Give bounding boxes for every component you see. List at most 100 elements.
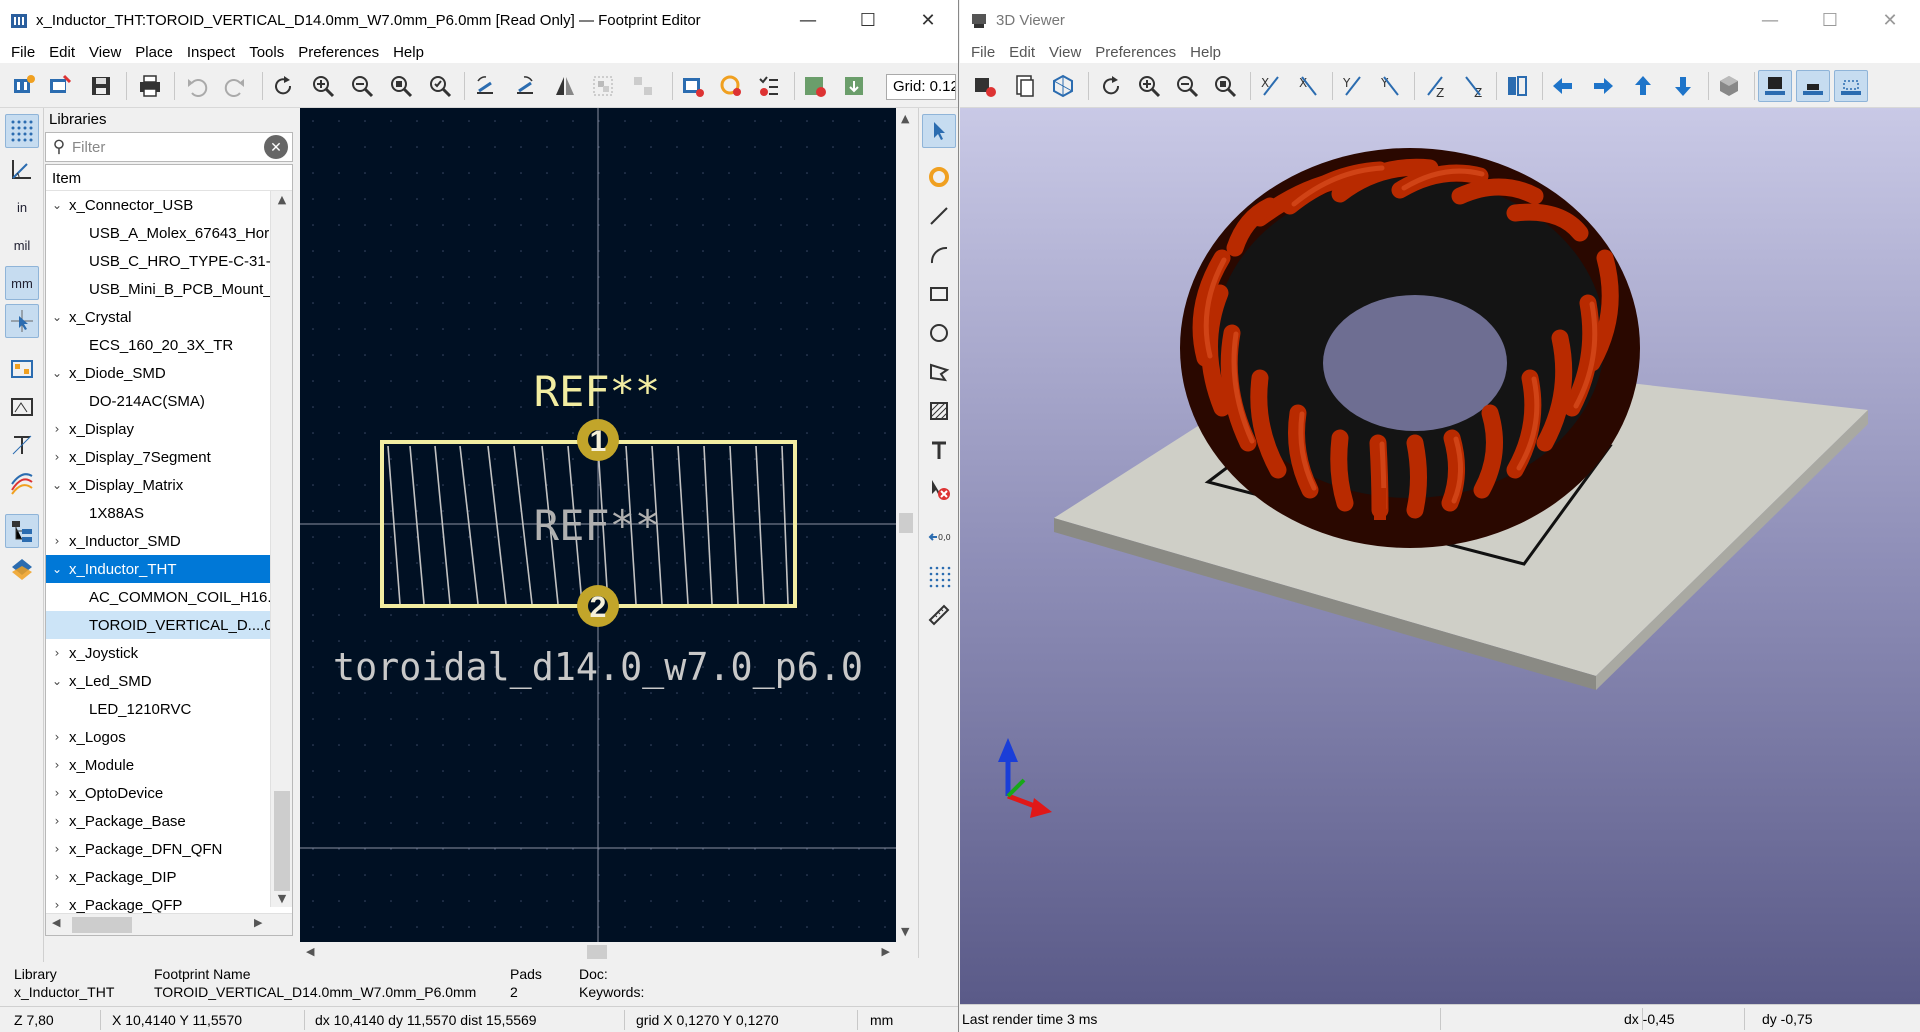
- viewer-zoom-in-button[interactable]: [1132, 70, 1166, 102]
- rotate-z-cw-button[interactable]: Z: [1418, 70, 1452, 102]
- footprint-node[interactable]: ECS_160_20_3X_TR: [46, 331, 271, 359]
- scroll-left-icon[interactable]: ◀: [52, 916, 60, 929]
- chevron-right-icon[interactable]: ›: [48, 422, 66, 436]
- viewer-zoom-fit-button[interactable]: [1208, 70, 1242, 102]
- menu-view[interactable]: View: [82, 44, 128, 61]
- viewer-menu-view[interactable]: View: [1042, 44, 1088, 61]
- draw-rectangle-button[interactable]: [922, 277, 956, 311]
- ungroup-button[interactable]: [626, 70, 660, 102]
- library-node[interactable]: ⌄ x_Crystal: [46, 303, 271, 331]
- library-node[interactable]: › x_Package_DIP: [46, 863, 271, 891]
- chevron-right-icon[interactable]: ›: [48, 786, 66, 800]
- canvas-scroll-up-icon[interactable]: ▲: [901, 112, 909, 125]
- select-tool-button[interactable]: [922, 114, 956, 148]
- set-grid-origin-button[interactable]: [922, 559, 956, 593]
- draw-circle-button[interactable]: [922, 316, 956, 350]
- viewer-maximize-button[interactable]: ☐: [1800, 0, 1860, 41]
- high-contrast-button[interactable]: [5, 466, 39, 500]
- chevron-right-icon[interactable]: ›: [48, 898, 66, 912]
- draw-arc-button[interactable]: [922, 238, 956, 272]
- create-footprint-wizard-button[interactable]: [42, 70, 76, 102]
- chevron-right-icon[interactable]: ›: [48, 534, 66, 548]
- library-node[interactable]: › x_OptoDevice: [46, 779, 271, 807]
- viewer-menu-help[interactable]: Help: [1183, 44, 1228, 61]
- library-tree[interactable]: Item ⌄ x_Connector_USB USB_A_Molex_67643_H…: [45, 164, 293, 936]
- footprint-node[interactable]: LED_1210RVC: [46, 695, 271, 723]
- canvas-scroll-left-icon[interactable]: ◀: [306, 945, 314, 958]
- pan-up-button[interactable]: [1626, 70, 1660, 102]
- chevron-down-icon[interactable]: ⌄: [48, 198, 66, 212]
- show-layers-button[interactable]: [5, 552, 39, 586]
- add-pad-button[interactable]: [922, 160, 956, 194]
- footprint-editor-titlebar[interactable]: x_Inductor_THT:TOROID_VERTICAL_D14.0mm_W…: [0, 0, 958, 41]
- menu-inspect[interactable]: Inspect: [180, 44, 242, 61]
- toggle-grid-button[interactable]: [5, 114, 39, 148]
- footprint-node[interactable]: TOROID_VERTICAL_D....0mm: [46, 611, 271, 639]
- chevron-right-icon[interactable]: ›: [48, 842, 66, 856]
- menu-tools[interactable]: Tools: [242, 44, 291, 61]
- polar-coords-button[interactable]: [5, 152, 39, 186]
- undo-button[interactable]: [180, 70, 214, 102]
- footprint-node[interactable]: USB_C_HRO_TYPE-C-31-M-12: [46, 247, 271, 275]
- render-options-button[interactable]: [1046, 70, 1080, 102]
- menu-edit[interactable]: Edit: [42, 44, 82, 61]
- save-button[interactable]: [84, 70, 118, 102]
- graphic-sketch-button[interactable]: [5, 390, 39, 424]
- rotate-x-cw-button[interactable]: X: [1254, 70, 1288, 102]
- flip-board-button[interactable]: [1500, 70, 1534, 102]
- canvas-vscroll-thumb[interactable]: [899, 513, 913, 533]
- clear-filter-icon[interactable]: ✕: [264, 135, 288, 159]
- canvas-horizontal-scrollbar[interactable]: ◀ ▶: [300, 942, 896, 962]
- library-node[interactable]: › x_Module: [46, 751, 271, 779]
- chevron-right-icon[interactable]: ›: [48, 870, 66, 884]
- footprint-node[interactable]: DO-214AC(SMA): [46, 387, 271, 415]
- chevron-down-icon[interactable]: ⌄: [48, 310, 66, 324]
- measure-tool-button[interactable]: [922, 598, 956, 632]
- tree-column-header[interactable]: Item: [46, 165, 292, 191]
- footprint-node[interactable]: 1X88AS: [46, 499, 271, 527]
- pad-settings-button[interactable]: [714, 70, 748, 102]
- zoom-out-button[interactable]: [345, 70, 379, 102]
- new-footprint-button[interactable]: [6, 70, 40, 102]
- add-text-button[interactable]: [922, 433, 956, 467]
- library-node[interactable]: › x_Package_Base: [46, 807, 271, 835]
- viewer-reload-button[interactable]: [1094, 70, 1128, 102]
- pan-down-button[interactable]: [1666, 70, 1700, 102]
- pan-left-button[interactable]: [1546, 70, 1580, 102]
- chevron-right-icon[interactable]: ›: [48, 730, 66, 744]
- delete-tool-button[interactable]: [922, 472, 956, 506]
- chevron-down-icon[interactable]: ⌄: [48, 478, 66, 492]
- rotate-cw-button[interactable]: [508, 70, 542, 102]
- library-node[interactable]: ⌄ x_Inductor_THT: [46, 555, 271, 583]
- viewer-zoom-out-button[interactable]: [1170, 70, 1204, 102]
- chevron-down-icon[interactable]: ⌄: [48, 674, 66, 688]
- zoom-in-button[interactable]: [306, 70, 340, 102]
- canvas-scroll-right-icon[interactable]: ▶: [882, 945, 890, 958]
- footprint-node[interactable]: USB_A_Molex_67643_Horizontal: [46, 219, 271, 247]
- draw-line-button[interactable]: [922, 199, 956, 233]
- viewer-menu-edit[interactable]: Edit: [1002, 44, 1042, 61]
- library-node[interactable]: › x_Display: [46, 415, 271, 443]
- maximize-button[interactable]: ☐: [838, 0, 898, 41]
- footprint-properties-button[interactable]: [676, 70, 710, 102]
- chevron-right-icon[interactable]: ›: [48, 814, 66, 828]
- library-node[interactable]: ⌄ x_Diode_SMD: [46, 359, 271, 387]
- orthographic-toggle-button[interactable]: [1712, 70, 1746, 102]
- group-button[interactable]: [586, 70, 620, 102]
- footprint-node[interactable]: AC_COMMON_COIL_H16....m: [46, 583, 271, 611]
- chevron-down-icon[interactable]: ⌄: [48, 562, 66, 576]
- copy-image-button[interactable]: [1008, 70, 1042, 102]
- redraw-button[interactable]: [266, 70, 300, 102]
- rotate-ccw-button[interactable]: [468, 70, 502, 102]
- rotate-y-ccw-button[interactable]: Y: [1374, 70, 1408, 102]
- tree-horizontal-scrollbar[interactable]: ◀ ▶: [46, 913, 292, 935]
- add-rule-area-button[interactable]: [922, 394, 956, 428]
- canvas-scroll-down-icon[interactable]: ▼: [901, 925, 909, 938]
- library-node[interactable]: ⌄ x_Led_SMD: [46, 667, 271, 695]
- units-mil-button[interactable]: mil: [5, 228, 39, 262]
- library-node[interactable]: ⌄ x_Connector_USB: [46, 191, 271, 219]
- export-image-button[interactable]: [968, 70, 1002, 102]
- menu-help[interactable]: Help: [386, 44, 431, 61]
- chevron-right-icon[interactable]: ›: [48, 450, 66, 464]
- pad-sketch-button[interactable]: [5, 352, 39, 386]
